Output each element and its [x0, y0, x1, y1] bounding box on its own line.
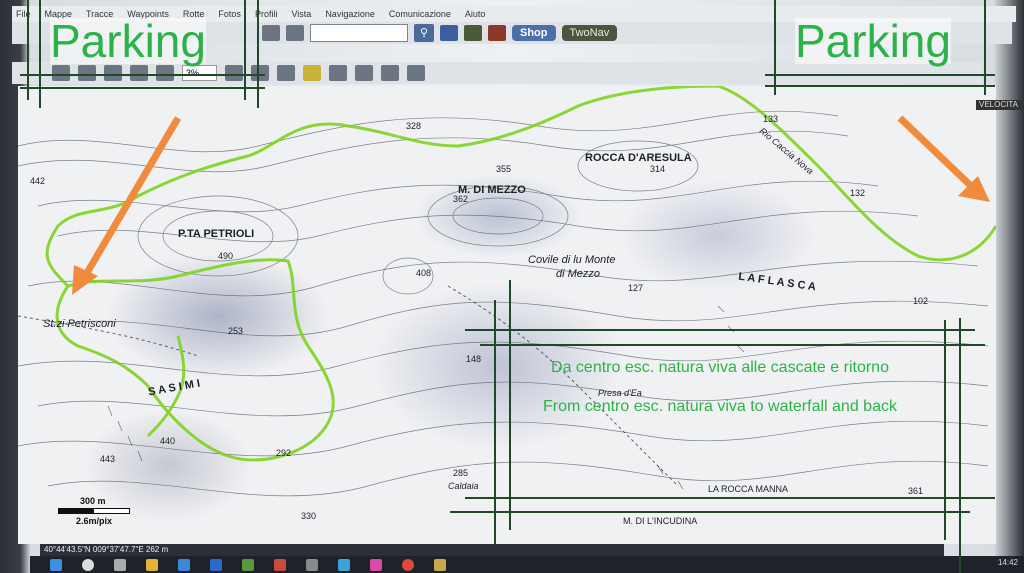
menu-aiuto[interactable]: Aiuto — [465, 9, 486, 19]
windows-taskbar — [30, 556, 1024, 573]
label-m-di-lincudina: M. DI L'INCUDINA — [623, 516, 698, 526]
parking-label-right: Parking — [795, 15, 951, 67]
label-la-rocca-manna: LA ROCCA MANNA — [708, 484, 789, 494]
elevation-label: 442 — [30, 176, 46, 186]
elevation-label: 148 — [466, 354, 482, 364]
window-icon[interactable] — [407, 65, 425, 81]
twonav-app-icon[interactable] — [434, 558, 446, 571]
elevation-label: 355 — [496, 164, 512, 174]
topographic-map[interactable]: ROCCA D'ARESULA M. DI MEZZO P.TA PETRIOL… — [18, 86, 996, 544]
elevation-label: 285 — [453, 468, 469, 478]
open-folder-icon[interactable] — [262, 25, 280, 41]
scale-bar — [58, 508, 130, 514]
elevation-label: 330 — [301, 511, 317, 521]
chrome-icon[interactable] — [402, 558, 414, 571]
elevation-label: 443 — [100, 454, 116, 464]
search-icon[interactable]: ⚲ — [414, 24, 434, 42]
parking-label-left: Parking — [50, 15, 206, 67]
zoom-in-icon[interactable] — [156, 65, 174, 81]
pan-icon[interactable] — [78, 65, 96, 81]
start-icon[interactable] — [50, 558, 62, 571]
app-icon[interactable] — [242, 558, 254, 571]
track-icon[interactable] — [355, 65, 373, 81]
caption-italian: Da centro esc. natura viva alle cascate … — [551, 359, 889, 376]
menu-navigazione[interactable]: Navigazione — [325, 9, 375, 19]
measure-icon[interactable] — [104, 65, 122, 81]
elevation-label: 362 — [453, 194, 469, 204]
app-icon[interactable] — [274, 558, 286, 571]
layers-icon[interactable] — [52, 65, 70, 81]
label-di-mezzo: di Mezzo — [556, 268, 601, 280]
monitor-screen: File Mappe Tracce Waypoints Rotte Fotos … — [0, 0, 1024, 573]
elevation-label: 490 — [218, 251, 234, 261]
camera-icon[interactable] — [277, 65, 295, 81]
label-covile: Covile di lu Monte — [528, 254, 616, 266]
elevation-label: 102 — [913, 296, 929, 306]
shop-button[interactable]: Shop — [512, 25, 556, 41]
label-m-di-mezzo: M. DI MEZZO — [458, 184, 526, 196]
app-icon[interactable] — [338, 558, 350, 571]
menu-file[interactable]: File — [16, 9, 31, 19]
route-icon[interactable] — [329, 65, 347, 81]
file-explorer-icon[interactable] — [146, 558, 158, 571]
monitor-icon[interactable] — [225, 65, 243, 81]
route-caption: Da centro esc. natura viva alle cascate … — [520, 358, 920, 436]
scale-resolution: 2.6m/pix — [76, 516, 113, 526]
save-folder-icon[interactable] — [286, 25, 304, 41]
label-caldaia: Caldaia — [448, 481, 479, 491]
label-petrisconi: St.zi Petrisconi — [43, 318, 116, 330]
elevation-label: 292 — [276, 448, 292, 458]
edge-icon[interactable] — [210, 558, 222, 571]
user-icon[interactable] — [464, 25, 482, 41]
menu-comunicazione[interactable]: Comunicazione — [389, 9, 451, 19]
calculator-icon[interactable] — [306, 558, 318, 571]
undo-icon[interactable] — [440, 25, 458, 41]
label-petrioli: P.TA PETRIOLI — [178, 228, 255, 240]
task-view-icon[interactable] — [114, 558, 126, 571]
menu-vista[interactable]: Vista — [291, 9, 311, 19]
caption-english: From centro esc. natura viva to waterfal… — [543, 397, 897, 415]
menu-profili[interactable]: Profili — [255, 9, 278, 19]
elevation-label: 133 — [763, 114, 779, 124]
elevation-label: 253 — [228, 326, 244, 336]
elevation-label: 132 — [850, 188, 866, 198]
elevation-label: 440 — [160, 436, 176, 446]
zoom-out-icon[interactable] — [130, 65, 148, 81]
elevation-label: 408 — [416, 268, 432, 278]
target-icon[interactable] — [251, 65, 269, 81]
elevation-label: 328 — [406, 121, 422, 131]
search-input[interactable] — [310, 24, 408, 42]
contour-lines — [18, 86, 996, 497]
velocity-panel: VELOCITA — [976, 100, 1024, 110]
store-icon[interactable] — [178, 558, 190, 571]
display-icon[interactable] — [381, 65, 399, 81]
elevation-label: 127 — [628, 283, 644, 293]
app-icon[interactable] — [370, 558, 382, 571]
status-bar: 40°44'43.5"N 009°37'47.7"E 262 m — [40, 544, 944, 556]
waypoint-icon[interactable] — [303, 65, 321, 81]
menu-fotos[interactable]: Fotos — [218, 9, 241, 19]
scale-distance: 300 m — [80, 496, 106, 506]
taskbar-clock: 14:42 — [997, 558, 1018, 567]
book-icon[interactable] — [488, 25, 506, 41]
elevation-label: 361 — [908, 486, 924, 496]
zoom-level-select[interactable]: 3% — [182, 65, 217, 81]
label-rocca-daresula: ROCCA D'ARESULA — [585, 152, 692, 164]
map-scale: 300 m 2.6m/pix — [58, 496, 130, 526]
elevation-label: 314 — [650, 164, 666, 174]
search-icon[interactable] — [82, 558, 94, 571]
twonav-button[interactable]: TwoNav — [561, 25, 618, 41]
